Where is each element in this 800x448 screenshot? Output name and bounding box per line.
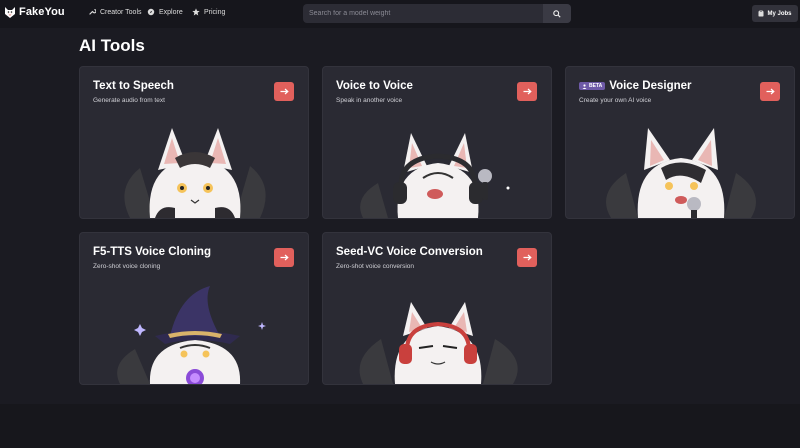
logo[interactable]: FakeYou (4, 5, 65, 19)
user-icon (582, 83, 587, 89)
card-subtitle: Create your own AI voice (579, 97, 652, 104)
nav-explore[interactable]: Explore (147, 8, 183, 16)
card-subtitle: Generate audio from text (93, 97, 165, 104)
footer-area (0, 404, 800, 448)
my-jobs-button[interactable]: My Jobs (752, 5, 798, 22)
my-jobs-label: My Jobs (767, 10, 792, 17)
arrow-right-icon (280, 254, 289, 261)
tool-card-f5-tts-voice-cloning[interactable]: F5-TTS Voice Cloning Zero-shot voice clo… (79, 232, 309, 385)
beta-label: BETA (589, 83, 603, 89)
card-title-text: Voice to Voice (336, 80, 413, 92)
search-button[interactable] (543, 4, 571, 23)
search-input[interactable] (303, 4, 543, 23)
nav-pricing[interactable]: Pricing (192, 8, 225, 16)
nav-label: Explore (159, 8, 183, 16)
search-bar (303, 4, 571, 23)
card-subtitle: Speak in another voice (336, 97, 403, 104)
fox-mascot-illustration (360, 133, 510, 218)
open-tool-button[interactable] (274, 82, 294, 101)
page-title: AI Tools (79, 36, 145, 55)
star-icon (192, 8, 200, 16)
card-title: BETA Voice Designer (579, 80, 692, 92)
arrow-right-icon (523, 254, 532, 261)
arrow-right-icon (766, 88, 775, 95)
fox-wizard-illustration (117, 286, 266, 384)
compass-icon (147, 8, 155, 16)
card-title: Text to Speech (93, 80, 174, 92)
fox-logo-icon (5, 7, 15, 18)
open-tool-button[interactable] (517, 248, 537, 267)
tool-card-text-to-speech[interactable]: Text to Speech Generate audio from text (79, 66, 309, 219)
nav-creator-tools[interactable]: Creator Tools (88, 8, 142, 16)
card-title: Voice to Voice (336, 80, 413, 92)
search-icon (553, 9, 561, 18)
clipboard-icon (758, 10, 764, 17)
open-tool-button[interactable] (274, 248, 294, 267)
card-title: Seed-VC Voice Conversion (336, 246, 483, 258)
card-title-text: Seed-VC Voice Conversion (336, 246, 483, 258)
nav-label: Pricing (204, 8, 226, 16)
arrow-right-icon (523, 88, 532, 95)
fox-mascot-illustration (124, 128, 266, 218)
card-subtitle: Zero-shot voice conversion (336, 263, 415, 270)
wrench-icon (89, 9, 96, 15)
card-title-text: Text to Speech (93, 80, 174, 92)
open-tool-button[interactable] (760, 82, 780, 101)
tool-card-seed-vc-voice-conversion[interactable]: Seed-VC Voice Conversion Zero-shot voice… (322, 232, 552, 385)
top-navbar: FakeYou Creator Tools Explore Pricing My… (0, 0, 800, 28)
brand-name: FakeYou (19, 6, 65, 18)
card-title-text: Voice Designer (609, 80, 692, 92)
tool-card-voice-to-voice[interactable]: Voice to Voice Speak in another voice (322, 66, 552, 219)
card-subtitle: Zero-shot voice cloning (93, 263, 161, 270)
fox-mascot-illustration (606, 128, 756, 218)
card-title-text: F5-TTS Voice Cloning (93, 246, 211, 258)
beta-badge: BETA (579, 82, 606, 90)
fox-mascot-illustration (359, 302, 518, 384)
open-tool-button[interactable] (517, 82, 537, 101)
arrow-right-icon (280, 88, 289, 95)
tool-card-voice-designer[interactable]: BETA Voice Designer Create your own AI v… (565, 66, 795, 219)
nav-label: Creator Tools (100, 8, 142, 16)
card-title: F5-TTS Voice Cloning (93, 246, 211, 258)
